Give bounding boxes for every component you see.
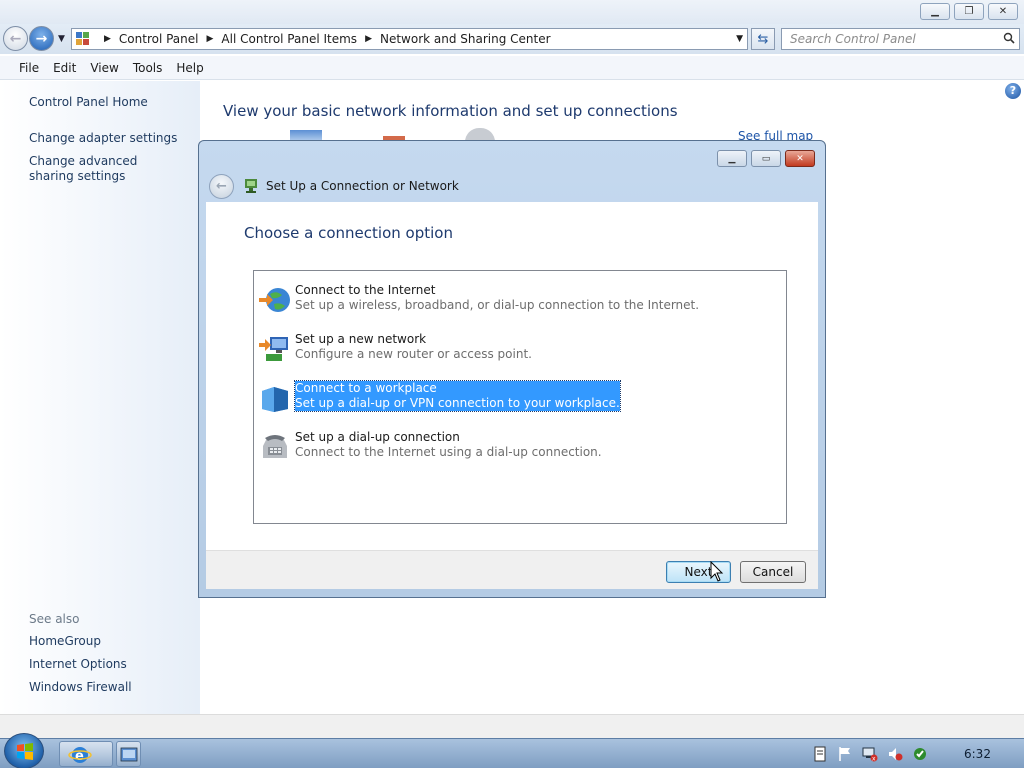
option-connect-workplace[interactable]: Connect to a workplace Set up a dial-up … [258, 380, 778, 415]
breadcrumb-all-items[interactable]: All Control Panel Items [221, 32, 357, 46]
breadcrumb-control-panel[interactable]: Control Panel [119, 32, 199, 46]
option-title: Connect to the Internet [295, 283, 436, 297]
workplace-icon [262, 387, 288, 412]
refresh-icon: ⇆ [757, 31, 769, 47]
breadcrumb-network-sharing[interactable]: Network and Sharing Center [380, 32, 551, 46]
dialog-title: Set Up a Connection or Network [266, 179, 459, 193]
volume-muted-icon[interactable] [887, 746, 903, 762]
search-input[interactable]: Search Control Panel [781, 28, 1020, 50]
option-title: Set up a dial-up connection [295, 430, 460, 444]
option-title: Set up a new network [295, 332, 427, 346]
option-description: Set up a dial-up or VPN connection to yo… [295, 396, 620, 410]
option-description: Set up a wireless, broadband, or dial-up… [295, 298, 700, 312]
phone-icon [263, 435, 287, 458]
forward-arrow-icon: → [35, 30, 48, 47]
clock[interactable]: 6:32 [964, 747, 991, 761]
option-dialup-connection[interactable]: Set up a dial-up connection Connect to t… [258, 430, 778, 464]
left-task-pane: Control Panel Home Change adapter settin… [0, 81, 200, 714]
minimize-icon: ▁ [931, 6, 939, 17]
taskbar: e x 6:32 [0, 733, 1024, 768]
menu-edit[interactable]: Edit [46, 59, 83, 77]
dialog-body: Choose a connection option Connect to th… [206, 202, 818, 550]
menu-bar: File Edit View Tools Help [0, 56, 1024, 80]
restore-icon: ❐ [964, 6, 974, 17]
refresh-button[interactable]: ⇆ [751, 28, 775, 50]
dialog-heading: Choose a connection option [244, 224, 453, 242]
svg-text:x: x [872, 756, 876, 763]
back-button[interactable]: ← [3, 26, 28, 51]
dialog-minimize-button[interactable]: ▁ [717, 150, 747, 167]
security-check-icon[interactable] [912, 746, 928, 762]
cancel-button[interactable]: Cancel [740, 561, 806, 583]
dialog-back-button[interactable]: ← [209, 174, 234, 199]
action-center-flag-icon[interactable] [837, 746, 853, 762]
change-advanced-sharing-link[interactable]: Change advanced sharing settings [29, 154, 179, 184]
back-arrow-icon: ← [216, 179, 227, 194]
menu-tools[interactable]: Tools [126, 59, 170, 77]
close-icon: ✕ [998, 6, 1008, 17]
windows-logo-icon [17, 743, 33, 760]
breadcrumb-separator: ▶ [104, 34, 111, 44]
control-panel-icon [76, 32, 90, 46]
forward-button[interactable]: → [29, 26, 54, 51]
taskbar-control-panel[interactable] [116, 741, 141, 767]
status-bar [0, 714, 1024, 738]
option-new-network[interactable]: Set up a new network Configure a new rou… [258, 332, 778, 366]
minimize-button[interactable]: ▁ [920, 3, 950, 20]
option-description: Connect to the Internet using a dial-up … [295, 445, 602, 459]
restore-button[interactable]: ❐ [954, 3, 984, 20]
mouse-cursor-icon [710, 561, 724, 582]
menu-view[interactable]: View [83, 59, 125, 77]
see-also-label: See also [29, 612, 80, 626]
homegroup-link[interactable]: HomeGroup [29, 634, 101, 649]
navigation-bar: ← → ▼ ▶ Control Panel ▶ All Control Pane… [0, 24, 1024, 54]
search-icon[interactable] [1003, 32, 1015, 44]
control-panel-home-link[interactable]: Control Panel Home [29, 95, 148, 110]
new-network-icon [259, 337, 288, 361]
search-placeholder: Search Control Panel [790, 32, 916, 46]
address-dropdown-icon[interactable]: ▼ [736, 34, 743, 44]
address-bar[interactable]: ▶ Control Panel ▶ All Control Panel Item… [71, 28, 748, 50]
control-panel-taskbar-icon [120, 747, 138, 762]
taskbar-internet-explorer[interactable]: e [59, 741, 113, 767]
close-button[interactable]: ✕ [988, 3, 1018, 20]
change-adapter-settings-link[interactable]: Change adapter settings [29, 131, 177, 146]
maximize-icon: ▭ [761, 153, 771, 164]
window-titlebar: ▁ ❐ ✕ [0, 0, 1024, 26]
option-title: Connect to a workplace [295, 381, 437, 395]
help-icon[interactable]: ? [1005, 83, 1021, 99]
option-connect-internet[interactable]: Connect to the Internet Set up a wireles… [258, 283, 778, 317]
windows-firewall-link[interactable]: Windows Firewall [29, 680, 132, 695]
system-tray: x [812, 739, 928, 768]
option-description: Configure a new router or access point. [295, 347, 532, 361]
internet-options-link[interactable]: Internet Options [29, 657, 127, 672]
globe-internet-icon [259, 288, 290, 312]
page-title: View your basic network information and … [223, 102, 678, 120]
dialog-footer: Next Cancel [206, 550, 818, 589]
close-icon: ✕ [796, 153, 804, 164]
network-setup-icon [245, 179, 257, 193]
back-arrow-icon: ← [9, 30, 22, 47]
menu-file[interactable]: File [12, 59, 46, 77]
dialog-close-button[interactable]: ✕ [785, 150, 815, 167]
dialog-maximize-button[interactable]: ▭ [751, 150, 781, 167]
menu-help[interactable]: Help [169, 59, 210, 77]
breadcrumb-separator[interactable]: ▶ [365, 34, 372, 44]
breadcrumb-separator[interactable]: ▶ [207, 34, 214, 44]
internet-explorer-icon: e [68, 747, 92, 764]
connection-options-list: Connect to the Internet Set up a wireles… [253, 270, 787, 524]
minimize-icon: ▁ [728, 153, 736, 164]
network-disconnected-icon[interactable]: x [862, 746, 878, 762]
notes-icon[interactable] [812, 746, 828, 762]
setup-connection-dialog: ▁ ▭ ✕ ← Set Up a Connection or Network C… [198, 140, 826, 598]
start-button[interactable] [4, 733, 44, 768]
recent-pages-dropdown[interactable]: ▼ [58, 34, 65, 44]
